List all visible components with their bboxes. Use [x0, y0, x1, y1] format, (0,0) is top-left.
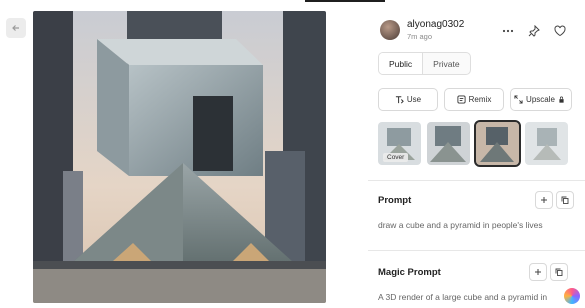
upscale-button[interactable]: Upscale [510, 88, 572, 111]
plus-icon [541, 197, 547, 203]
magic-prompt-text: A 3D render of a large cube and a pyrami… [378, 292, 548, 302]
thumbnail-image [476, 122, 519, 165]
variation-thumbnails: Cover [378, 120, 568, 167]
assistant-icon[interactable] [564, 288, 580, 304]
magic-prompt-copy-button[interactable] [550, 263, 568, 281]
visibility-public[interactable]: Public [379, 53, 424, 74]
visibility-toggle: Public Private [378, 52, 471, 75]
visibility-private[interactable]: Private [423, 53, 469, 74]
more-button[interactable] [501, 24, 515, 38]
thumbnail-3[interactable] [474, 120, 521, 167]
use-icon [395, 96, 404, 104]
pin-icon [528, 25, 540, 37]
action-buttons: Use Remix Upscale [378, 88, 572, 111]
remix-label: Remix [468, 95, 492, 104]
like-button[interactable] [553, 24, 567, 38]
copy-icon [561, 196, 569, 204]
post-time: 7m ago [407, 32, 433, 41]
remix-button[interactable]: Remix [444, 88, 504, 111]
thumbnail-4[interactable] [525, 122, 568, 165]
upscale-icon [514, 95, 523, 104]
arrow-left-icon [12, 25, 19, 31]
username[interactable]: alyonag0302 [407, 20, 464, 30]
thumbnail-image [525, 122, 568, 165]
thumbnail-2[interactable] [427, 122, 470, 165]
avatar[interactable] [380, 20, 400, 41]
magic-prompt-add-button[interactable] [529, 263, 547, 281]
divider [368, 180, 585, 181]
header-actions [501, 24, 567, 38]
generated-image[interactable] [33, 11, 326, 303]
user-info: alyonag0302 7m ago [380, 20, 464, 41]
lock-icon [559, 96, 564, 103]
back-button[interactable] [6, 18, 26, 38]
pin-button[interactable] [527, 24, 541, 38]
upscale-label: Upscale [526, 95, 555, 104]
prompt-add-button[interactable] [535, 191, 553, 209]
details-panel: alyonag0302 7m ago Public Private Use Re… [368, 0, 585, 308]
prompt-title: Prompt [378, 195, 412, 206]
more-icon [502, 29, 514, 33]
thumbnail-image [427, 122, 470, 165]
cover-badge: Cover [383, 153, 409, 162]
plus-icon [535, 269, 541, 275]
thumbnail-1[interactable]: Cover [378, 122, 421, 165]
use-button[interactable]: Use [378, 88, 438, 111]
prompt-copy-button[interactable] [556, 191, 574, 209]
magic-prompt-title: Magic Prompt [378, 267, 441, 278]
use-label: Use [406, 95, 422, 104]
remix-icon [457, 95, 466, 104]
heart-icon [554, 25, 566, 37]
prompt-text: draw a cube and a pyramid in people's li… [378, 220, 543, 230]
divider [368, 250, 585, 251]
cube-pyramid-render-image [33, 11, 326, 303]
copy-icon [555, 268, 563, 276]
